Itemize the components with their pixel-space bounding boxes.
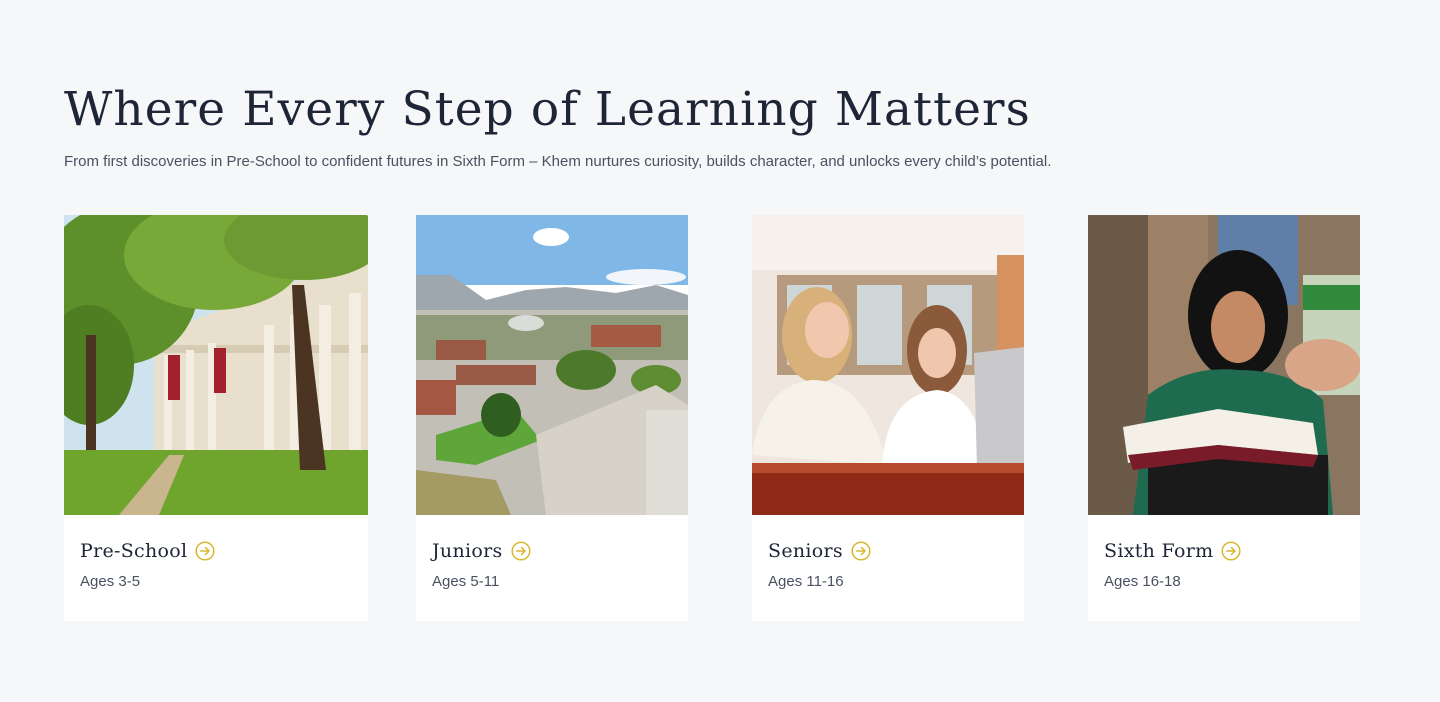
card-title[interactable]: Pre-School bbox=[80, 537, 187, 565]
card-age-range: Ages 3-5 bbox=[80, 573, 141, 590]
arrow-right-circle-icon[interactable] bbox=[851, 541, 871, 561]
card-title-row[interactable]: Seniors bbox=[768, 537, 871, 565]
card-age-range: Ages 16-18 bbox=[1104, 573, 1181, 590]
card-seniors[interactable]: Seniors Ages 11-16 bbox=[752, 215, 1024, 621]
card-pre-school[interactable]: Pre-School Ages 3-5 bbox=[64, 215, 368, 621]
card-juniors[interactable]: Juniors Ages 5-11 bbox=[416, 215, 688, 621]
sixth-form-photo bbox=[1088, 215, 1360, 515]
pre-school-photo bbox=[64, 215, 368, 515]
card-title[interactable]: Seniors bbox=[768, 537, 843, 565]
card-title-row[interactable]: Sixth Form bbox=[1104, 537, 1241, 565]
arrow-right-circle-icon[interactable] bbox=[1221, 541, 1241, 561]
juniors-photo bbox=[416, 215, 688, 515]
arrow-right-circle-icon[interactable] bbox=[195, 541, 215, 561]
card-age-range: Ages 5-11 bbox=[432, 573, 500, 590]
learning-stages-section: Where Every Step of Learning Matters Fro… bbox=[0, 0, 1440, 702]
card-title[interactable]: Sixth Form bbox=[1104, 537, 1213, 565]
section-heading: Where Every Step of Learning Matters bbox=[64, 82, 1031, 137]
card-sixth-form[interactable]: Sixth Form Ages 16-18 bbox=[1088, 215, 1360, 621]
card-age-range: Ages 11-16 bbox=[768, 573, 844, 590]
card-title-row[interactable]: Juniors bbox=[432, 537, 531, 565]
card-title[interactable]: Juniors bbox=[432, 537, 503, 565]
arrow-right-circle-icon[interactable] bbox=[510, 541, 531, 561]
seniors-photo bbox=[752, 215, 1024, 515]
section-subtitle: From first discoveries in Pre-School to … bbox=[64, 153, 1052, 170]
card-title-row[interactable]: Pre-School bbox=[80, 537, 215, 565]
